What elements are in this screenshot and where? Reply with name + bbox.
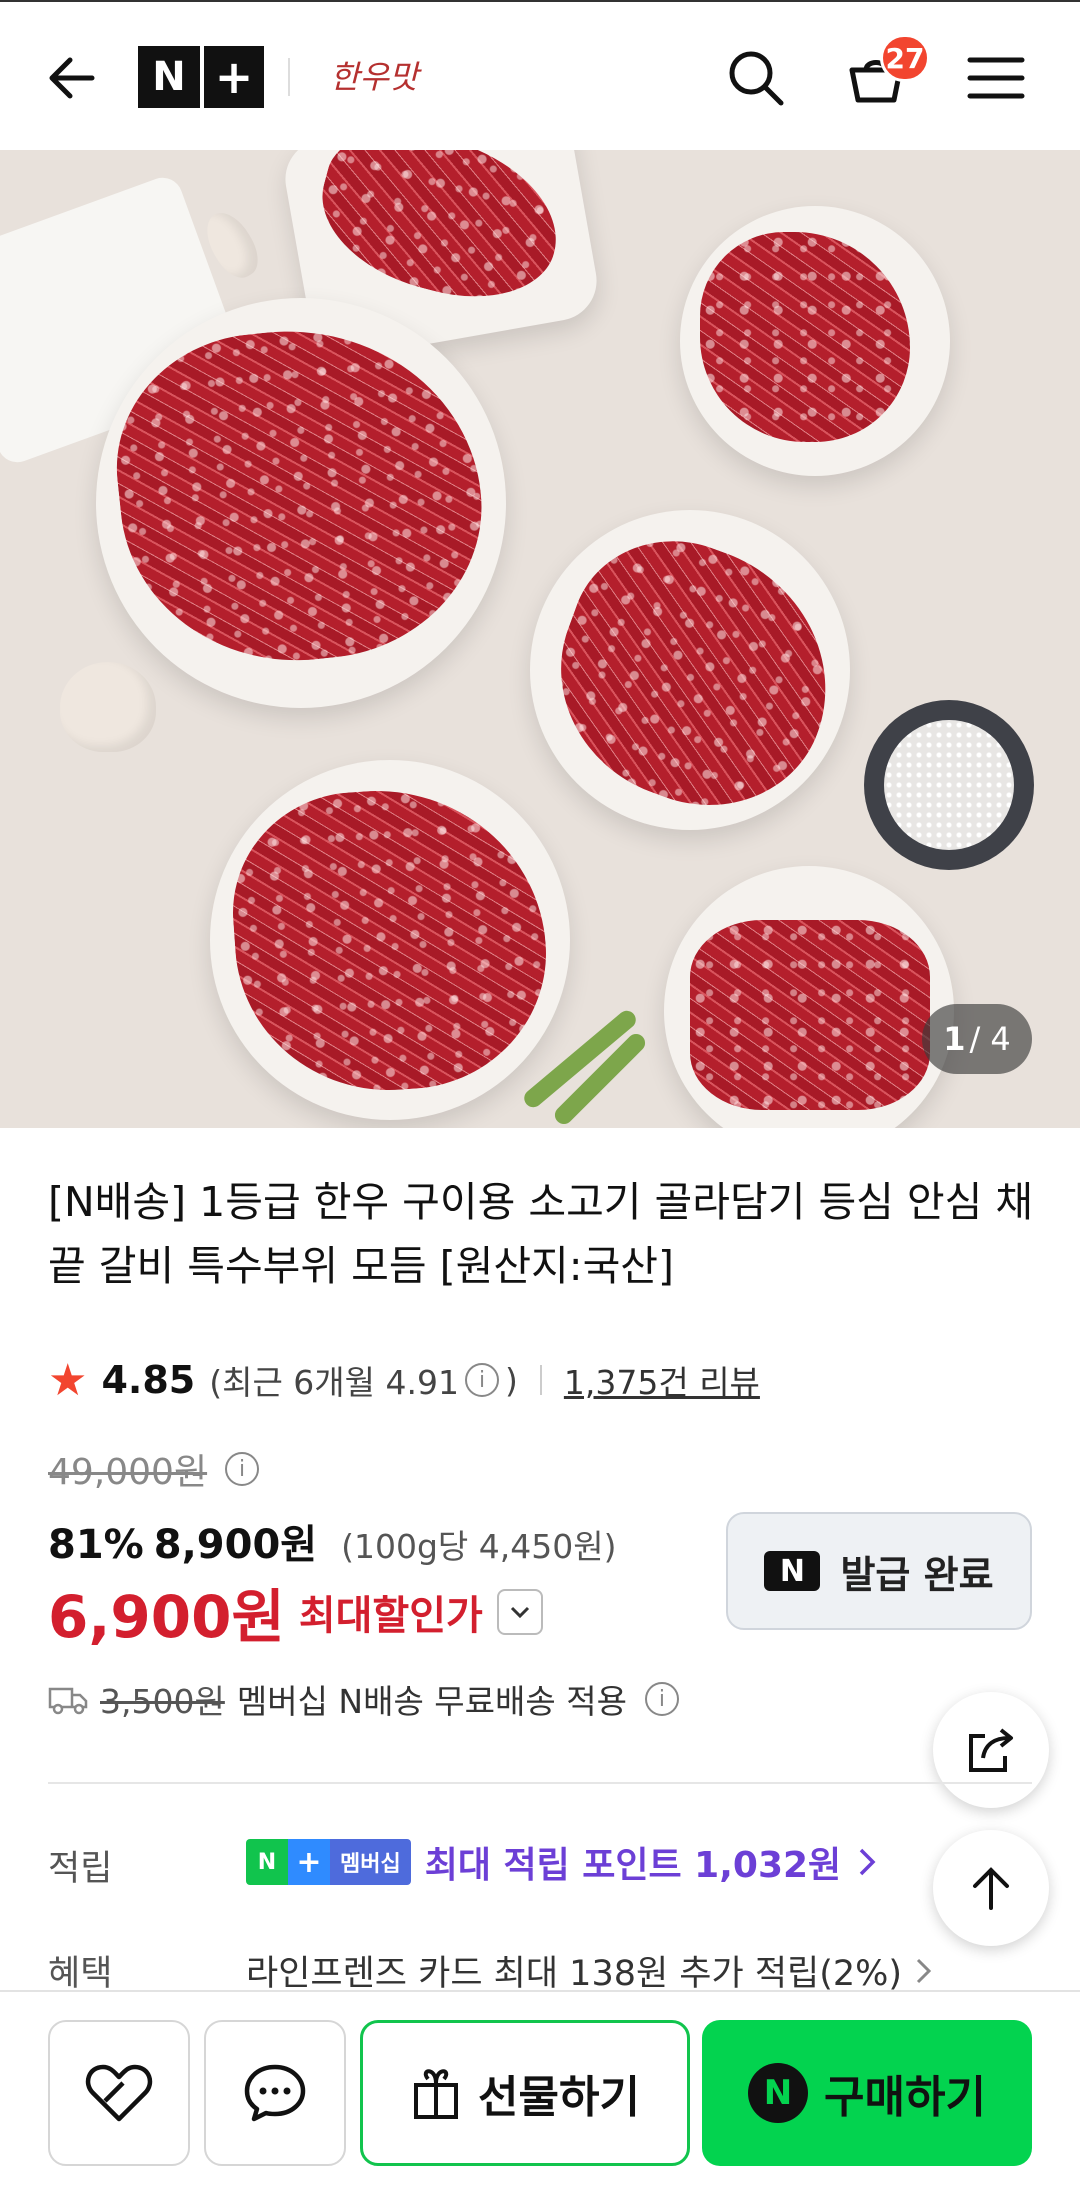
arrow-up-icon xyxy=(973,1867,1009,1910)
points-row[interactable]: N + 멤버십 최대 적립 포인트 1,032원 xyxy=(246,1836,879,1888)
membership-badge-plus: + xyxy=(288,1839,330,1885)
bottom-action-bar: 선물하기 N 구매하기 xyxy=(0,1990,1080,2193)
menu-button[interactable] xyxy=(958,40,1034,116)
shipping-text: 멤버십 N배송 무료배송 적용 xyxy=(236,1682,627,1721)
logo-n: N xyxy=(138,46,200,108)
brand-logo[interactable]: 한우맛 xyxy=(330,52,418,98)
meat-bottom-right-image xyxy=(690,920,930,1110)
discount-rate: 81% xyxy=(48,1522,144,1568)
chevron-down-icon xyxy=(510,1606,529,1619)
review-count-link[interactable]: 1,375건 리뷰 xyxy=(564,1356,760,1404)
discount-row: 81% 8,900원 (100g당 4,450원) xyxy=(48,1512,616,1570)
product-page: N + 한우맛 27 1 / 4 [N배송] 1등급 한우 구이용 소고기 골라… xyxy=(0,0,1080,2193)
image-counter: 1 / 4 xyxy=(922,1004,1032,1074)
final-price-label: 최대할인가 xyxy=(298,1593,483,1639)
info-icon[interactable]: i xyxy=(465,1363,499,1397)
coupon-label: 발급 완료 xyxy=(840,1552,994,1597)
buy-button[interactable]: N 구매하기 xyxy=(702,2020,1032,2166)
product-image-carousel[interactable] xyxy=(0,150,1080,1128)
logo-plus: + xyxy=(204,46,264,108)
cart-count-badge: 27 xyxy=(880,34,930,82)
membership-badge: N + 멤버십 xyxy=(246,1839,411,1885)
unit-price: (100g당 4,450원) xyxy=(341,1527,617,1566)
rating-divider xyxy=(539,1365,542,1395)
naver-n-icon: N xyxy=(764,1551,821,1591)
buy-label: 구매하기 xyxy=(824,2072,986,2123)
chat-bubble-icon xyxy=(244,2064,306,2122)
price-info-icon[interactable]: i xyxy=(225,1452,260,1486)
price-detail-toggle[interactable] xyxy=(496,1589,543,1635)
search-button[interactable] xyxy=(718,40,794,116)
points-text: 최대 적립 포인트 1,032원 xyxy=(424,1845,842,1886)
share-icon xyxy=(969,1728,1013,1772)
talk-button[interactable] xyxy=(204,2020,346,2166)
hamburger-menu-icon xyxy=(967,57,1025,99)
membership-badge-text: 멤버십 xyxy=(330,1839,411,1885)
chevron-right-icon xyxy=(859,1848,876,1876)
final-price: 6,900원 xyxy=(48,1583,285,1651)
share-button[interactable] xyxy=(933,1692,1049,1808)
naver-pay-icon: N xyxy=(748,2063,809,2123)
rating-row: ★ 4.85 (최근 6개월 4.91 i ) 1,375건 리뷰 xyxy=(48,1354,760,1406)
scroll-top-button[interactable] xyxy=(933,1830,1049,1946)
gift-button[interactable]: 선물하기 xyxy=(360,2020,690,2166)
truck-icon xyxy=(48,1687,88,1715)
image-counter-current: 1 xyxy=(943,1020,966,1058)
shipping-info-icon[interactable]: i xyxy=(644,1682,679,1716)
recent-rating-close: ) xyxy=(505,1360,518,1400)
benefit-text: 라인프렌즈 카드 최대 138원 추가 적립(2%) xyxy=(246,1954,903,1994)
shipping-fee: 3,500원 xyxy=(100,1682,225,1721)
original-price: 49,000원 xyxy=(48,1452,208,1493)
salt-image xyxy=(884,720,1014,850)
chevron-right-icon xyxy=(917,1958,932,1983)
star-icon: ★ xyxy=(48,1354,88,1406)
membership-badge-n: N xyxy=(246,1839,288,1885)
benefit-row[interactable]: 라인프렌즈 카드 최대 138원 추가 적립(2%) xyxy=(246,1945,934,1996)
heart-icon xyxy=(85,2064,153,2122)
top-header: N + 한우맛 27 xyxy=(0,0,1080,150)
section-divider xyxy=(48,1782,1032,1784)
benefit-label: 혜택 xyxy=(48,1954,113,1994)
garlic-image xyxy=(60,662,156,752)
search-icon xyxy=(729,51,784,106)
shipping-row: 3,500원 멤버십 N배송 무료배송 적용 i xyxy=(48,1675,685,1723)
points-label: 적립 xyxy=(48,1849,113,1889)
gift-label: 선물하기 xyxy=(478,2072,640,2123)
image-counter-total: / 4 xyxy=(969,1020,1011,1058)
product-title: [N배송] 1등급 한우 구이용 소고기 골라담기 등심 안심 채끝 갈비 특수… xyxy=(48,1178,1034,1290)
discount-price: 8,900원 xyxy=(153,1522,318,1568)
recent-rating: (최근 6개월 4.91 xyxy=(209,1363,459,1402)
wishlist-button[interactable] xyxy=(48,2020,190,2166)
original-price-row: 49,000원 i xyxy=(48,1443,265,1495)
final-price-row: 6,900원 최대할인가 xyxy=(48,1570,543,1654)
rating-score: 4.85 xyxy=(101,1358,196,1402)
naver-plus-logo[interactable]: N + xyxy=(138,46,264,108)
header-divider xyxy=(288,58,290,96)
coupon-issued-button[interactable]: N 발급 완료 xyxy=(726,1512,1032,1630)
arrow-left-icon xyxy=(49,57,95,99)
back-button[interactable] xyxy=(34,40,110,116)
gift-icon xyxy=(414,2069,459,2119)
